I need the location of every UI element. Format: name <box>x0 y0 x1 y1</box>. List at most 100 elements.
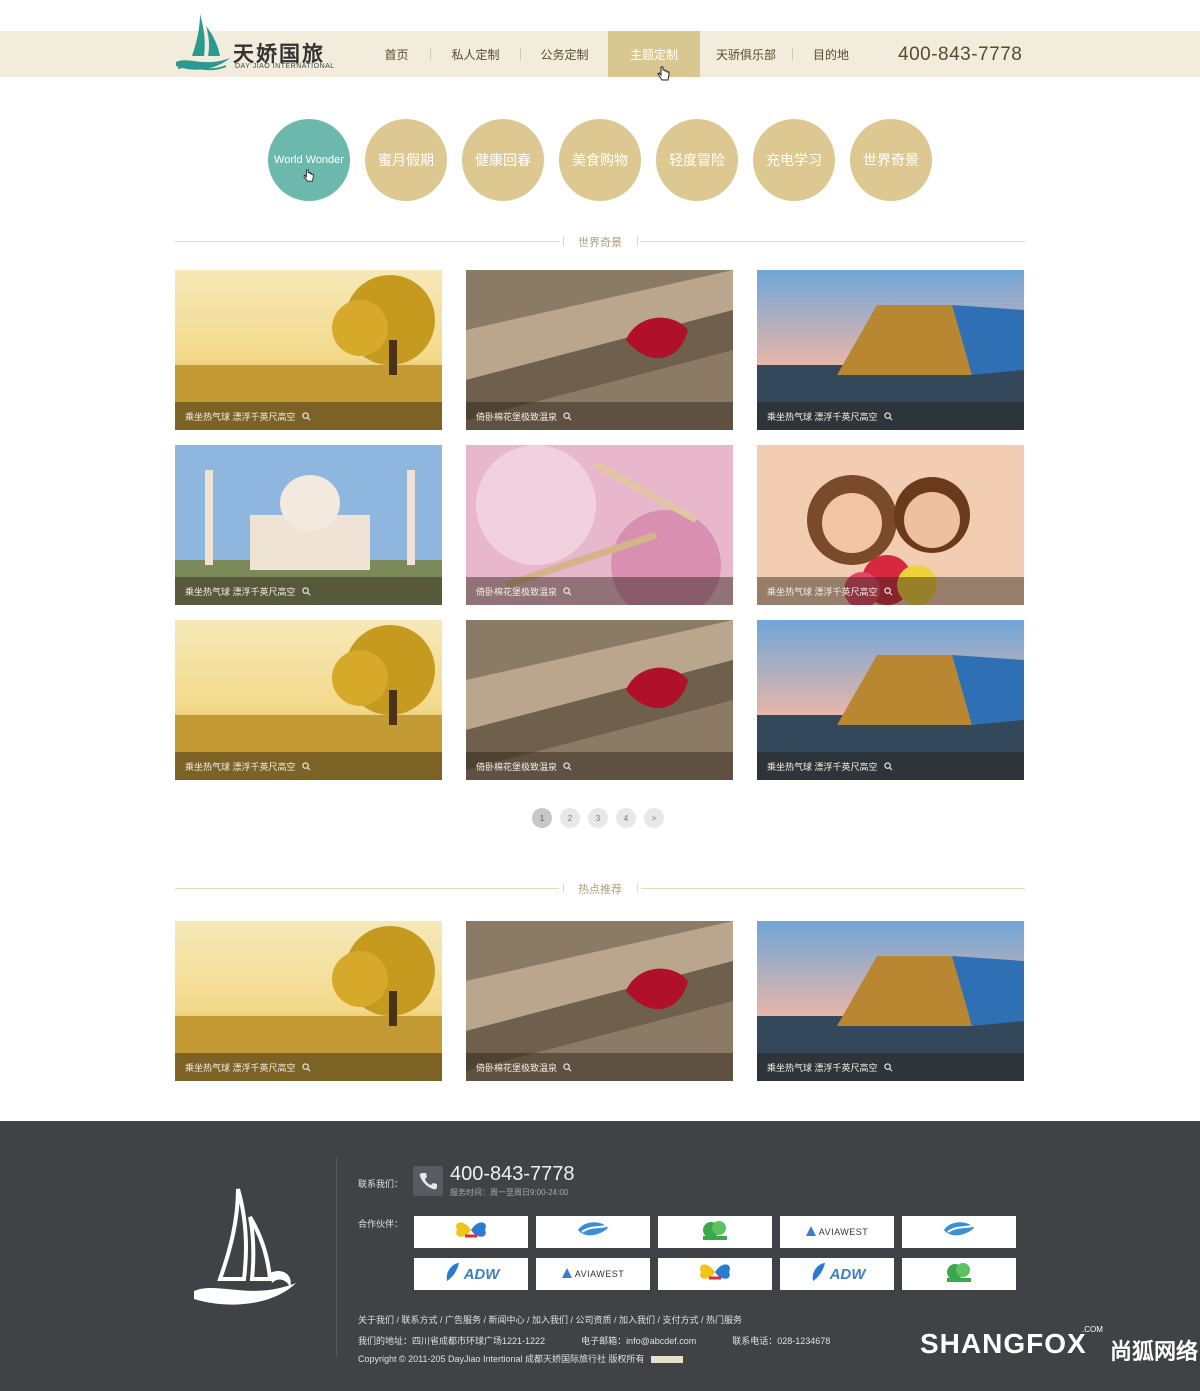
copyright-text: Copyright © 2011-205 DayJiao Intertional… <box>358 1354 645 1364</box>
zoom-icon[interactable] <box>883 761 893 771</box>
partner-aviawest[interactable]: AVIAWEST <box>536 1258 650 1290</box>
aviawest-logo-icon <box>561 1265 572 1283</box>
partner-butterfly[interactable] <box>414 1216 528 1248</box>
section-title-wonders: 世界奇景 <box>175 234 1025 249</box>
nav-item-1[interactable]: 私人定制 <box>431 31 520 77</box>
brand-subtitle: DAY JIAO INTERNATIONAL <box>235 63 335 70</box>
partner-aviawest[interactable]: AVIAWEST <box>780 1216 894 1248</box>
butterfly-logo-icon <box>451 1218 491 1247</box>
footer-contact-info: 我们的地址：四川省成都市环球广场1221-1222 电子邮箱：info@abcd… <box>358 1334 830 1347</box>
zoom-icon[interactable] <box>563 761 572 771</box>
partner-wave[interactable] <box>536 1216 650 1248</box>
card-caption-text: 乘坐热气球 漂浮千英尺高空 <box>185 761 296 772</box>
card-caption: 乘坐热气球 漂浮千英尺高空 <box>757 1053 1024 1081</box>
zoom-icon[interactable] <box>883 411 893 421</box>
theme-circle-2[interactable]: 健康回春 <box>462 119 544 201</box>
theme-circle-3[interactable]: 美食购物 <box>559 119 641 201</box>
partner-adw[interactable]: ADW <box>414 1258 528 1290</box>
destination-card[interactable]: 乘坐热气球 漂浮千英尺高空 <box>175 270 442 430</box>
partner-wave[interactable] <box>902 1216 1016 1248</box>
nav-item-4[interactable]: 天骄俱乐部 <box>700 31 792 77</box>
service-hours: 服务时间：周一至周日9:00-24:00 <box>450 1188 569 1197</box>
page-button[interactable]: 3 <box>588 808 608 828</box>
page-button[interactable]: 4 <box>616 808 636 828</box>
section-title-hot: 热点推荐 <box>175 881 1025 896</box>
section-title-text: 热点推荐 <box>578 884 622 896</box>
card-caption-text: 倚卧棉花堡极致温泉 <box>476 1062 558 1073</box>
aviawest-logo-icon <box>805 1223 816 1241</box>
contact-label: 联系我们： <box>358 1179 404 1189</box>
card-caption-text: 乘坐热气球 漂浮千英尺高空 <box>185 586 296 597</box>
card-caption-text: 乘坐热气球 漂浮千英尺高空 <box>767 411 878 422</box>
nav-item-5[interactable]: 目的地 <box>793 31 869 77</box>
watermark-text: SHANGFOX <box>920 1328 1087 1359</box>
partner-name: AVIAWEST <box>574 1269 625 1279</box>
card-caption: 乘坐热气球 漂浮千英尺高空 <box>175 577 442 605</box>
nav-item-2[interactable]: 公务定制 <box>521 31 608 77</box>
zoom-icon[interactable] <box>563 411 572 421</box>
zoom-icon[interactable] <box>301 1062 311 1072</box>
zoom-icon[interactable] <box>563 586 572 596</box>
brand-logo[interactable]: 天娇国旅 DAY JIAO INTERNATIONAL <box>174 12 344 74</box>
theme-circle-1[interactable]: 蜜月假期 <box>365 119 447 201</box>
destination-card[interactable]: 乘坐热气球 漂浮千英尺高空 <box>757 921 1024 1081</box>
theme-circle-0[interactable]: World Wonder <box>268 119 350 201</box>
page-button[interactable]: 1 <box>532 808 552 828</box>
section-title-text: 世界奇景 <box>578 237 622 249</box>
theme-circle-5[interactable]: 充电学习 <box>753 119 835 201</box>
footer-phone[interactable]: 400-843-7778 <box>450 1163 575 1186</box>
destination-card[interactable]: 倚卧棉花堡极致温泉 <box>466 620 733 780</box>
partner-butterfly[interactable] <box>658 1258 772 1290</box>
partner-name: ADW <box>829 1265 866 1283</box>
hand-cursor-icon <box>303 169 314 182</box>
page-button[interactable]: 2 <box>560 808 580 828</box>
destination-card[interactable]: 乘坐热气球 漂浮千英尺高空 <box>757 620 1024 780</box>
card-caption-text: 乘坐热气球 漂浮千英尺高空 <box>185 1062 296 1073</box>
zoom-icon[interactable] <box>563 1062 572 1072</box>
zoom-icon[interactable] <box>883 1062 893 1072</box>
leaf-logo-icon <box>941 1260 977 1289</box>
cnzz-badge-icon[interactable] <box>650 1356 683 1364</box>
destination-card[interactable]: 乘坐热气球 漂浮千英尺高空 <box>175 921 442 1081</box>
card-caption: 乘坐热气球 漂浮千英尺高空 <box>175 752 442 780</box>
zoom-icon[interactable] <box>883 586 893 596</box>
nav-item-0[interactable]: 首页 <box>363 31 430 77</box>
card-caption: 倚卧棉花堡极致温泉 <box>466 1053 733 1081</box>
theme-label: World Wonder <box>274 154 344 166</box>
card-caption: 乘坐热气球 漂浮千英尺高空 <box>757 577 1024 605</box>
footer-links[interactable]: 关于我们 / 联系方式 / 广告服务 / 新闻中心 / 加入我们 / 公司资质 … <box>358 1313 742 1326</box>
partner-leaf[interactable] <box>902 1258 1016 1290</box>
destination-card[interactable]: 乘坐热气球 漂浮千英尺高空 <box>757 270 1024 430</box>
destination-card[interactable]: 倚卧棉花堡极致温泉 <box>466 270 733 430</box>
partner-name: ADW <box>463 1265 500 1283</box>
zoom-icon[interactable] <box>301 586 311 596</box>
next-page-button[interactable]: > <box>644 808 664 828</box>
card-caption: 倚卧棉花堡极致温泉 <box>466 577 733 605</box>
card-caption: 乘坐热气球 漂浮千英尺高空 <box>757 752 1024 780</box>
card-caption: 乘坐热气球 漂浮千英尺高空 <box>175 1053 442 1081</box>
card-caption-text: 乘坐热气球 漂浮千英尺高空 <box>185 411 296 422</box>
partner-adw[interactable]: ADW <box>780 1258 894 1290</box>
card-caption: 乘坐热气球 漂浮千英尺高空 <box>757 402 1024 430</box>
pagination: 1 2 3 4 > <box>532 808 664 828</box>
card-caption-text: 乘坐热气球 漂浮千英尺高空 <box>767 1062 878 1073</box>
destination-card[interactable]: 倚卧棉花堡极致温泉 <box>466 445 733 605</box>
partner-leaf[interactable] <box>658 1216 772 1248</box>
zoom-icon[interactable] <box>301 411 311 421</box>
header-phone[interactable]: 400-843-7778 <box>898 44 1022 66</box>
destination-card[interactable]: 乘坐热气球 漂浮千英尺高空 <box>175 445 442 605</box>
destination-card[interactable]: 倚卧棉花堡极致温泉 <box>466 921 733 1081</box>
destination-card[interactable]: 乘坐热气球 漂浮千英尺高空 <box>175 620 442 780</box>
theme-circle-4[interactable]: 轻度冒险 <box>656 119 738 201</box>
footer-email[interactable]: 电子邮箱：info@abcdef.com <box>581 1336 696 1346</box>
card-caption: 倚卧棉花堡极致温泉 <box>466 402 733 430</box>
hot-grid: 乘坐热气球 漂浮千英尺高空 倚卧棉花堡极致温泉 乘坐热气球 漂浮千英尺高空 <box>175 921 1025 1081</box>
card-caption: 乘坐热气球 漂浮千英尺高空 <box>175 402 442 430</box>
nav-item-3[interactable]: 主题定制 <box>608 31 700 77</box>
partner-name: AVIAWEST <box>818 1227 869 1237</box>
copyright: Copyright © 2011-205 DayJiao Intertional… <box>358 1352 683 1365</box>
zoom-icon[interactable] <box>301 761 311 771</box>
theme-circle-6[interactable]: 世界奇景 <box>850 119 932 201</box>
butterfly-logo-icon <box>695 1260 735 1289</box>
destination-card[interactable]: 乘坐热气球 漂浮千英尺高空 <box>757 445 1024 605</box>
